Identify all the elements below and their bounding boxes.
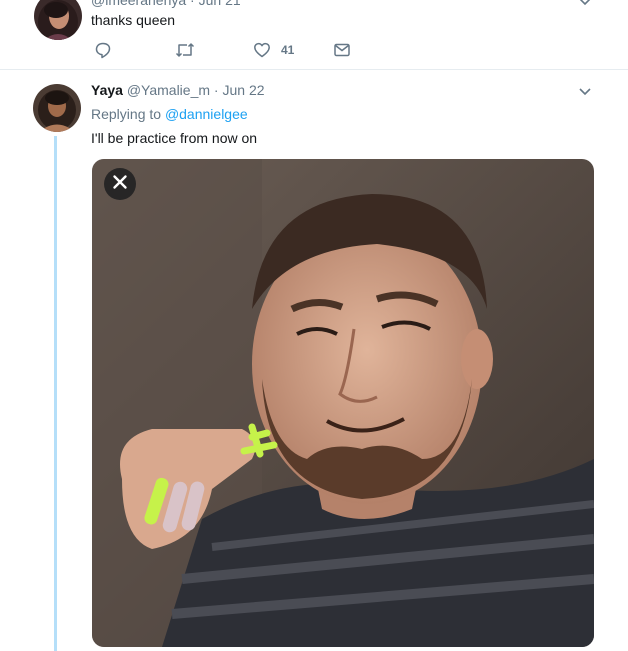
like-count: 41: [281, 43, 295, 57]
tweet-date[interactable]: Jun 22: [222, 82, 264, 98]
previous-tweet[interactable]: @imeeranenya · Jun 21 thanks queen 41: [0, 0, 628, 70]
direct-message-icon: [333, 41, 351, 59]
mention-link[interactable]: @dannielgee: [165, 106, 248, 122]
tweet-date[interactable]: Jun 21: [199, 0, 241, 8]
display-name[interactable]: Yaya: [91, 82, 123, 98]
handle[interactable]: @Yamalie_m: [127, 82, 210, 98]
heart-icon: [253, 41, 271, 59]
tweet-meta: @imeeranenya · Jun 21: [91, 0, 241, 8]
separator: ·: [213, 82, 219, 98]
tweet-text: thanks queen: [91, 12, 176, 28]
retweet-icon: [175, 41, 195, 59]
tweet-meta: Yaya @Yamalie_m · Jun 22: [91, 82, 265, 98]
chevron-down-icon[interactable]: [577, 84, 593, 100]
replying-prefix: Replying to: [91, 106, 162, 122]
like-button[interactable]: 41: [253, 40, 294, 60]
separator: ·: [190, 0, 195, 8]
tweet-actions: 41: [91, 40, 391, 60]
reply-button[interactable]: [94, 40, 112, 60]
reply-icon: [94, 41, 112, 59]
handle[interactable]: @imeeranenya: [91, 0, 186, 8]
retweet-button[interactable]: [175, 40, 195, 60]
direct-message-button[interactable]: [333, 40, 351, 60]
close-icon: [112, 174, 128, 195]
replying-to: Replying to @dannielgee: [91, 106, 248, 122]
close-media-button[interactable]: [104, 168, 136, 200]
avatar[interactable]: [34, 0, 82, 40]
tweet-media-image[interactable]: [92, 159, 594, 647]
tweet-text: I'll be practice from now on: [91, 130, 258, 146]
chevron-down-icon[interactable]: [577, 0, 593, 10]
